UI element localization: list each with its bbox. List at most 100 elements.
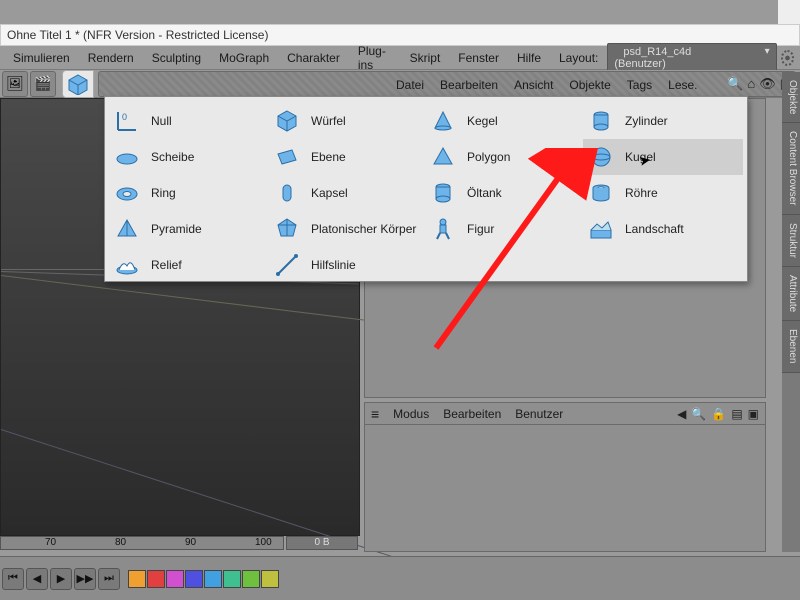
obj-menu-lesez[interactable]: Lese. xyxy=(660,78,705,92)
primitive-label: Ebene xyxy=(311,150,346,164)
primitive-sphere[interactable]: Kugel xyxy=(583,139,743,175)
primitive-guide[interactable]: Hilfslinie xyxy=(269,247,429,283)
cone-icon xyxy=(429,107,457,135)
color-chip[interactable] xyxy=(242,570,260,588)
color-chip[interactable] xyxy=(166,570,184,588)
primitive-disc[interactable]: Scheibe xyxy=(109,139,269,175)
torus-icon xyxy=(113,179,141,207)
viewport-ruler: 70 80 90 100 xyxy=(0,536,284,550)
primitive-label: Polygon xyxy=(467,150,510,164)
color-chip[interactable] xyxy=(223,570,241,588)
primitive-label: Ring xyxy=(151,186,176,200)
obj-menu-ansicht[interactable]: Ansicht xyxy=(506,78,561,92)
obj-menu-datei[interactable]: Datei xyxy=(388,78,432,92)
tool-icon-generic[interactable]: 🖼 xyxy=(2,71,28,97)
primitive-label: Würfel xyxy=(311,114,346,128)
primitive-cylinder[interactable]: Zylinder xyxy=(583,103,743,139)
timeline-play-button[interactable]: ▶ xyxy=(50,568,72,590)
obj-menu-objekte[interactable]: Objekte xyxy=(561,78,618,92)
menu-mograph[interactable]: MoGraph xyxy=(210,47,278,69)
ruler-tick: 90 xyxy=(185,537,196,548)
primitive-landscape[interactable]: Landschaft xyxy=(583,211,743,247)
menu-rendern[interactable]: Rendern xyxy=(79,47,143,69)
cube-icon xyxy=(67,73,89,95)
window-spacer xyxy=(778,0,800,24)
right-side-tabs: Objekte Content Browser Struktur Attribu… xyxy=(782,72,800,552)
oiltank-icon xyxy=(429,179,457,207)
polygon-icon xyxy=(429,143,457,171)
obj-menu-bearbeiten[interactable]: Bearbeiten xyxy=(432,78,506,92)
attr-menu-handle[interactable]: ≡ xyxy=(371,406,379,422)
primitive-relief[interactable]: Relief xyxy=(109,247,269,283)
menu-simulieren[interactable]: Simulieren xyxy=(4,47,79,69)
plane-icon xyxy=(273,143,301,171)
menu-sculpting[interactable]: Sculpting xyxy=(143,47,210,69)
sphere-icon xyxy=(587,143,615,171)
timeline-next-button[interactable]: ▶▶ xyxy=(74,568,96,590)
eye-icon[interactable]: 👁 xyxy=(759,76,776,92)
color-chip[interactable] xyxy=(261,570,279,588)
attr-menu-benutzer[interactable]: Benutzer xyxy=(515,407,563,421)
primitive-label: Zylinder xyxy=(625,114,668,128)
home-icon[interactable]: ⌂ xyxy=(747,76,755,92)
cylinder-icon xyxy=(587,107,615,135)
primitive-oiltank[interactable]: Öltank xyxy=(425,175,585,211)
color-chip[interactable] xyxy=(147,570,165,588)
attribute-manager-panel[interactable]: ≡ Modus Bearbeiten Benutzer ◀ 🔍 🔒 ▤ ▣ xyxy=(364,402,766,552)
primitive-capsule[interactable]: Kapsel xyxy=(269,175,429,211)
primitive-torus[interactable]: Ring xyxy=(109,175,269,211)
landscape-icon xyxy=(587,215,615,243)
sidetab-objekte[interactable]: Objekte xyxy=(782,72,800,123)
attr-menu-modus[interactable]: Modus xyxy=(393,407,429,421)
primitive-plane[interactable]: Ebene xyxy=(269,139,429,175)
primitive-null-axis[interactable]: 0Null xyxy=(109,103,269,139)
sidetab-ebenen[interactable]: Ebenen xyxy=(782,321,800,372)
primitive-tube[interactable]: Röhre xyxy=(583,175,743,211)
sidetab-attribute[interactable]: Attribute xyxy=(782,267,800,321)
primitive-cube[interactable]: Würfel xyxy=(269,103,429,139)
primitive-platonic[interactable]: Platonischer Körper xyxy=(269,211,429,247)
menu-hilfe[interactable]: Hilfe xyxy=(508,47,550,69)
primitive-cone[interactable]: Kegel xyxy=(425,103,585,139)
back-icon[interactable]: ◀ xyxy=(677,407,686,421)
pyramid-icon xyxy=(113,215,141,243)
color-chip[interactable] xyxy=(185,570,203,588)
primitive-label: Figur xyxy=(467,222,494,236)
attribute-menubar: ≡ Modus Bearbeiten Benutzer ◀ 🔍 🔒 ▤ ▣ xyxy=(365,403,765,425)
memory-indicator: 0 B xyxy=(286,536,358,550)
attr-menu-bearbeiten[interactable]: Bearbeiten xyxy=(443,407,501,421)
lock-icon[interactable]: 🔒 xyxy=(711,407,726,421)
search-icon[interactable]: 🔍 xyxy=(691,407,706,421)
primitive-figure[interactable]: Figur xyxy=(425,211,585,247)
maximize-icon[interactable]: ▣ xyxy=(748,407,759,421)
color-chip[interactable] xyxy=(128,570,146,588)
guide-icon xyxy=(273,251,301,279)
primitive-polygon[interactable]: Polygon xyxy=(425,139,585,175)
menu-fenster[interactable]: Fenster xyxy=(449,47,508,69)
primitive-label: Scheibe xyxy=(151,150,194,164)
primitive-label: Landschaft xyxy=(625,222,684,236)
primitive-label: Platonischer Körper xyxy=(311,222,416,236)
timeline-first-button[interactable]: ⏮ xyxy=(2,568,24,590)
gear-icon[interactable] xyxy=(781,50,794,66)
new-icon[interactable]: ▤ xyxy=(731,407,742,421)
layout-selector[interactable]: psd_R14_c4d (Benutzer) xyxy=(607,43,776,73)
sidetab-struktur[interactable]: Struktur xyxy=(782,215,800,267)
timeline-prev-button[interactable]: ◀ xyxy=(26,568,48,590)
objects-panel-menubar: Datei Bearbeiten Ansicht Objekte Tags Le… xyxy=(388,75,706,95)
capsule-icon xyxy=(273,179,301,207)
sidetab-content[interactable]: Content Browser xyxy=(782,123,800,214)
primitive-pyramid[interactable]: Pyramide xyxy=(109,211,269,247)
tool-clapper-icon[interactable]: 🎬 xyxy=(30,71,56,97)
menu-charakter[interactable]: Charakter xyxy=(278,47,349,69)
primitive-label: Pyramide xyxy=(151,222,202,236)
color-chip-row xyxy=(128,570,279,588)
primitive-label: Hilfslinie xyxy=(311,258,356,272)
search-icon[interactable]: 🔍 xyxy=(727,76,743,92)
primitive-label: Relief xyxy=(151,258,182,272)
menu-skript[interactable]: Skript xyxy=(401,47,450,69)
tool-primitive-cube-active[interactable] xyxy=(62,70,94,98)
timeline-last-button[interactable]: ⏭ xyxy=(98,568,120,590)
color-chip[interactable] xyxy=(204,570,222,588)
obj-menu-tags[interactable]: Tags xyxy=(619,78,660,92)
